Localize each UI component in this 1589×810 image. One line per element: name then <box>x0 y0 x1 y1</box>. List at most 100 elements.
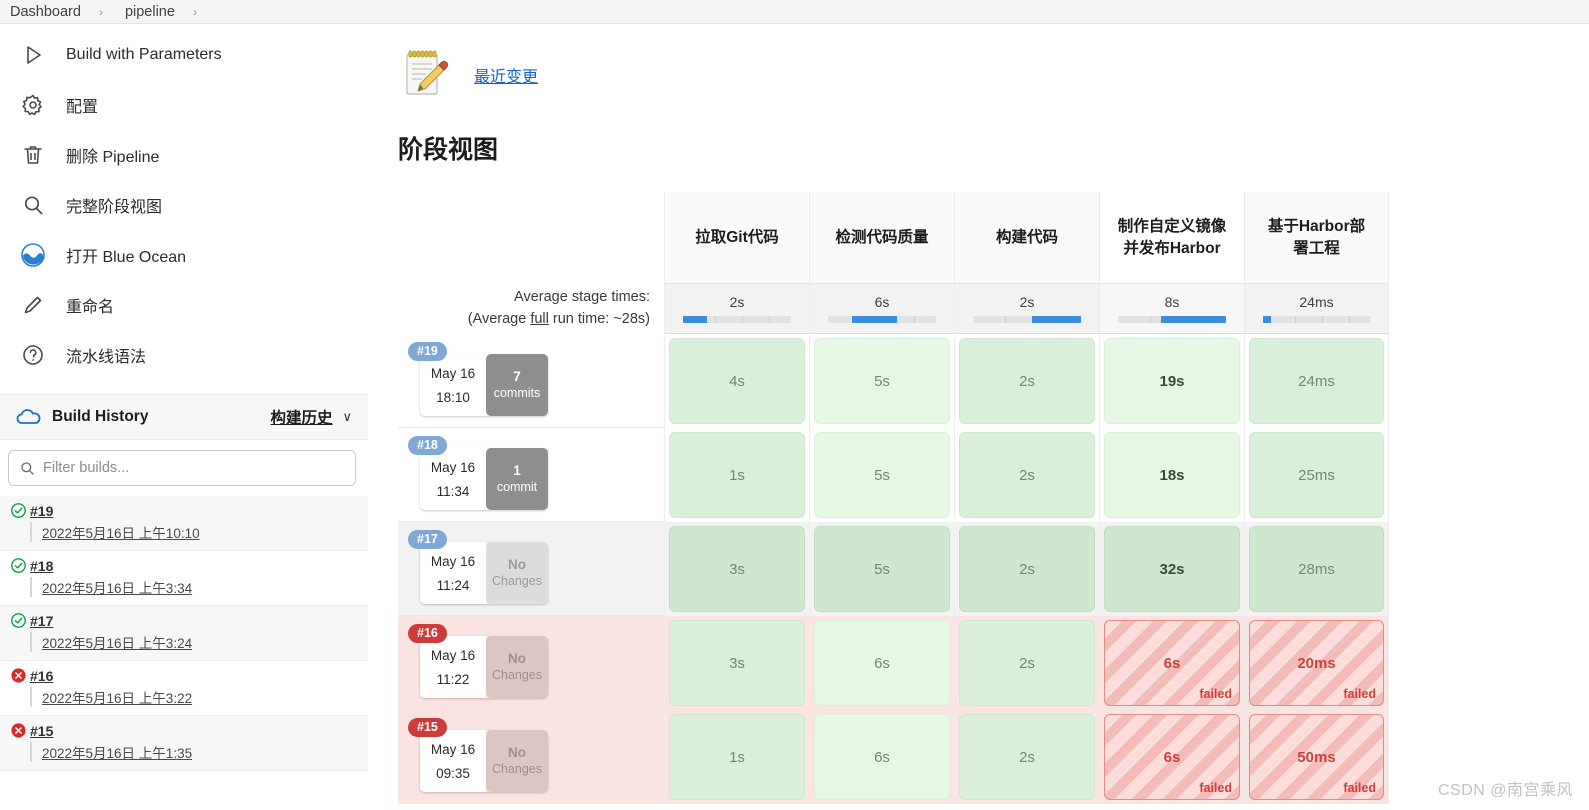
build-commits-chip[interactable]: No Changes <box>486 730 548 792</box>
build-timestamp-link[interactable]: 2022年5月16日 上午3:22 <box>30 687 192 707</box>
stage-cell-wrapper: 6s failed <box>1100 616 1244 710</box>
breadcrumb-item-pipeline[interactable]: pipeline <box>121 4 179 20</box>
stage-cell[interactable]: 32s <box>1104 526 1240 612</box>
stage-cell[interactable]: 50ms failed <box>1249 714 1384 800</box>
build-number-badge[interactable]: #19 <box>408 342 447 361</box>
build-number-link[interactable]: #17 <box>30 613 53 629</box>
build-info-chip[interactable]: May 16 11:24 No Changes <box>420 542 548 604</box>
build-number-link[interactable]: #15 <box>30 723 53 739</box>
breadcrumb-item-dashboard[interactable]: Dashboard <box>6 4 85 20</box>
build-timestamp-link[interactable]: 2022年5月16日 上午10:10 <box>30 522 200 542</box>
sidebar-item-open-blue-ocean[interactable]: 打开 Blue Ocean <box>0 230 368 280</box>
stage-cell[interactable]: 6s <box>814 714 950 800</box>
stage-header-line: 拉取Git代码 <box>695 228 779 246</box>
sidebar-item-delete-pipeline[interactable]: 删除 Pipeline <box>0 130 368 180</box>
stage-cell[interactable]: 5s <box>814 432 950 518</box>
build-label-cell[interactable]: #15 May 16 09:35 No Changes <box>398 710 664 804</box>
stage-cell-status: failed <box>1343 687 1376 701</box>
average-stage-times-line1: Average stage times: <box>514 289 650 305</box>
stage-cell-wrapper: 32s <box>1100 522 1244 616</box>
build-history-item[interactable]: #15 2022年5月16日 上午1:35 <box>0 716 368 771</box>
build-history-item[interactable]: #19 2022年5月16日 上午10:10 <box>0 496 368 551</box>
build-timestamp-link[interactable]: 2022年5月16日 上午3:34 <box>30 577 192 597</box>
search-icon <box>21 462 34 475</box>
filter-builds-input[interactable] <box>43 460 345 476</box>
build-label-cell[interactable]: #19 May 16 18:10 7 commits <box>398 334 664 428</box>
build-label-cell[interactable]: #16 May 16 11:22 No Changes <box>398 616 664 710</box>
stage-cell-wrapper: 1s <box>665 710 809 804</box>
build-date-chip: May 16 11:22 <box>420 636 486 698</box>
build-number-badge[interactable]: #16 <box>408 624 447 643</box>
stage-cell[interactable]: 2s <box>959 620 1095 706</box>
sidebar-item-pipeline-syntax[interactable]: 流水线语法 <box>0 330 368 380</box>
build-commits-chip[interactable]: No Changes <box>486 636 548 698</box>
stage-cell[interactable]: 1s <box>669 432 805 518</box>
build-number-badge[interactable]: #15 <box>408 718 447 737</box>
stage-cell[interactable]: 20ms failed <box>1249 620 1384 706</box>
build-number-badge[interactable]: #17 <box>408 530 447 549</box>
stage-cell[interactable]: 5s <box>814 526 950 612</box>
sidebar-item-label: 重命名 <box>66 299 115 316</box>
stage-cell[interactable]: 2s <box>959 432 1095 518</box>
build-label-cell[interactable]: #17 May 16 11:24 No Changes <box>398 522 664 616</box>
build-commits-chip[interactable]: No Changes <box>486 542 548 604</box>
build-history-item[interactable]: #16 2022年5月16日 上午3:22 <box>0 661 368 716</box>
stage-cell[interactable]: 2s <box>959 714 1095 800</box>
build-history-link-label[interactable]: 构建历史 <box>270 406 332 428</box>
stage-cell[interactable]: 25ms <box>1249 432 1384 518</box>
stage-cell[interactable]: 1s <box>669 714 805 800</box>
build-commits-chip[interactable]: 1 commit <box>486 448 548 510</box>
sidebar-item-configure[interactable]: 配置 <box>0 80 368 130</box>
trash-icon <box>18 140 48 170</box>
sidebar-item-build-with-parameters[interactable]: Build with Parameters <box>0 30 368 80</box>
stage-cell-duration: 3s <box>729 560 745 578</box>
build-history-toggle[interactable]: 构建历史 ∨ <box>270 406 352 428</box>
stage-cell[interactable]: 6s failed <box>1104 714 1240 800</box>
chevron-down-icon[interactable]: ∨ <box>342 409 352 425</box>
stage-cell-wrapper: 2s <box>955 616 1099 710</box>
build-info-chip[interactable]: May 16 09:35 No Changes <box>420 730 548 792</box>
build-number-link[interactable]: #18 <box>30 558 53 574</box>
build-history-item[interactable]: #17 2022年5月16日 上午3:24 <box>0 606 368 661</box>
stage-cell[interactable]: 3s <box>669 620 805 706</box>
stage-cell[interactable]: 6s failed <box>1104 620 1240 706</box>
stage-cell-duration: 6s <box>1163 654 1181 672</box>
build-history-item[interactable]: #18 2022年5月16日 上午3:34 <box>0 551 368 606</box>
recent-changes-link[interactable]: 最近变更 <box>474 63 538 87</box>
build-timestamp-link[interactable]: 2022年5月16日 上午1:35 <box>30 742 192 762</box>
sidebar-item-rename[interactable]: 重命名 <box>0 280 368 330</box>
build-info-chip[interactable]: May 16 11:22 No Changes <box>420 636 548 698</box>
build-commits-chip[interactable]: 7 commits <box>486 354 548 416</box>
build-number-badge[interactable]: #18 <box>408 436 447 455</box>
build-info-chip[interactable]: May 16 11:34 1 commit <box>420 448 548 510</box>
sidebar-item-full-stage-view[interactable]: 完整阶段视图 <box>0 180 368 230</box>
build-info-chip[interactable]: May 16 18:10 7 commits <box>420 354 548 416</box>
stage-cell[interactable]: 2s <box>959 338 1095 424</box>
build-date-chip: May 16 09:35 <box>420 730 486 792</box>
stage-cell[interactable]: 5s <box>814 338 950 424</box>
stage-cell-wrapper: 3s <box>665 616 809 710</box>
stage-average-time: 8s <box>1100 284 1244 334</box>
stage-cell[interactable]: 28ms <box>1249 526 1384 612</box>
stage-cell[interactable]: 19s <box>1104 338 1240 424</box>
filter-builds-box[interactable] <box>8 450 356 486</box>
build-timestamp-link[interactable]: 2022年5月16日 上午3:24 <box>30 632 192 652</box>
stage-cell[interactable]: 24ms <box>1249 338 1384 424</box>
stage-cell[interactable]: 4s <box>669 338 805 424</box>
stage-average-time: 6s <box>810 284 954 334</box>
commits-label: Changes <box>491 668 543 682</box>
stage-cell[interactable]: 6s <box>814 620 950 706</box>
stage-cell-duration: 19s <box>1159 372 1185 390</box>
stage-cell-wrapper: 6s <box>810 616 954 710</box>
breadcrumb: Dashboard › pipeline › <box>0 0 1589 24</box>
stage-cell[interactable]: 18s <box>1104 432 1240 518</box>
build-label-cell[interactable]: #18 May 16 11:34 1 commit <box>398 428 664 522</box>
build-number-link[interactable]: #19 <box>30 503 53 519</box>
stage-cell[interactable]: 2s <box>959 526 1095 612</box>
label-column-header-spacer <box>398 192 664 284</box>
failed-icon <box>6 667 30 684</box>
build-number-link[interactable]: #16 <box>30 668 53 684</box>
build-date: May 16 <box>430 459 476 475</box>
stage-cell[interactable]: 3s <box>669 526 805 612</box>
stage-cell-duration: 6s <box>874 654 890 672</box>
